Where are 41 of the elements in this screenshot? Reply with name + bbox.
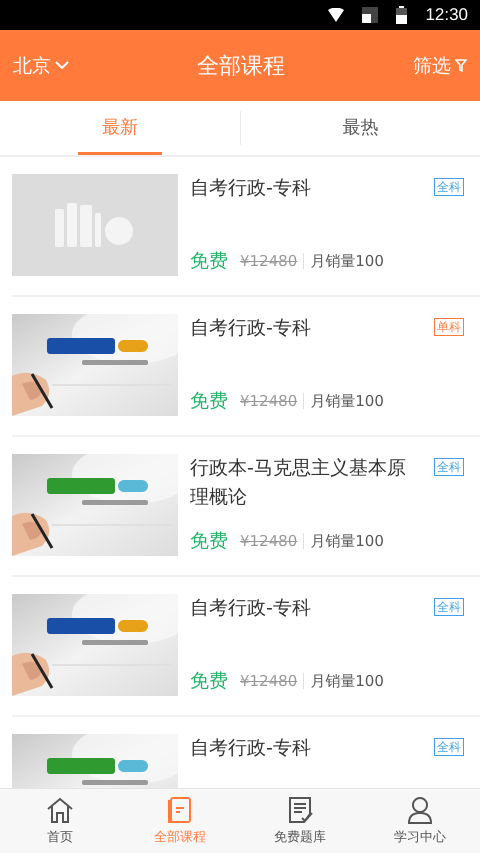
course-item[interactable]: 行政本-马克思主义基本原理概论 全科 免费 ¥12480 月销量100	[12, 437, 480, 577]
price: 免费	[190, 249, 228, 274]
course-title: 自考行政-专科	[190, 596, 312, 621]
course-tag: 全科	[434, 738, 464, 756]
original-price: ¥12480	[240, 252, 298, 270]
course-tag: 全科	[434, 598, 464, 616]
course-title: 自考行政-专科	[190, 176, 312, 201]
page-title: 全部课程	[197, 52, 285, 80]
original-price: ¥12480	[240, 532, 298, 550]
course-title: 自考行政-专科	[190, 736, 312, 761]
course-title: 行政本-马克思主义基本原理概论	[190, 456, 407, 510]
course-item[interactable]: 自考行政-专科 全科 免费 ¥12480 月销量100	[12, 577, 480, 717]
filter-icon	[455, 59, 467, 72]
signal-icon	[362, 7, 378, 23]
nav-item[interactable]: 免费题库	[240, 789, 360, 853]
home-icon	[46, 796, 74, 824]
chevron-down-icon	[55, 61, 69, 70]
sales-count: 月销量100	[310, 672, 384, 690]
course-tag: 全科	[434, 458, 464, 476]
course-item[interactable]: 自考行政-专科 单科 免费 ¥12480 月销量100	[12, 297, 480, 437]
tab[interactable]: 最热	[318, 101, 402, 155]
sales-count: 月销量100	[310, 392, 384, 410]
sales-count: 月销量100	[310, 252, 384, 270]
course-tag: 单科	[434, 318, 464, 336]
nav-item[interactable]: 学习中心	[360, 789, 480, 853]
battery-icon	[396, 6, 408, 24]
price: 免费	[190, 389, 228, 414]
wifi-icon	[328, 8, 344, 22]
course-tag: 全科	[434, 178, 464, 196]
price: 免费	[190, 529, 228, 554]
book-icon	[166, 796, 194, 824]
course-item[interactable]: 自考行政-专科 全科 免费 ¥12480 月销量100	[12, 157, 480, 297]
course-title: 自考行政-专科	[190, 316, 312, 341]
clock-time: 12:30	[425, 5, 468, 25]
price: 免费	[190, 669, 228, 694]
checklist-icon	[286, 796, 314, 824]
original-price: ¥12480	[240, 672, 298, 690]
original-price: ¥12480	[240, 392, 298, 410]
sales-count: 月销量100	[310, 532, 384, 550]
nav-item[interactable]: 首页	[0, 789, 120, 853]
person-icon	[406, 796, 434, 824]
